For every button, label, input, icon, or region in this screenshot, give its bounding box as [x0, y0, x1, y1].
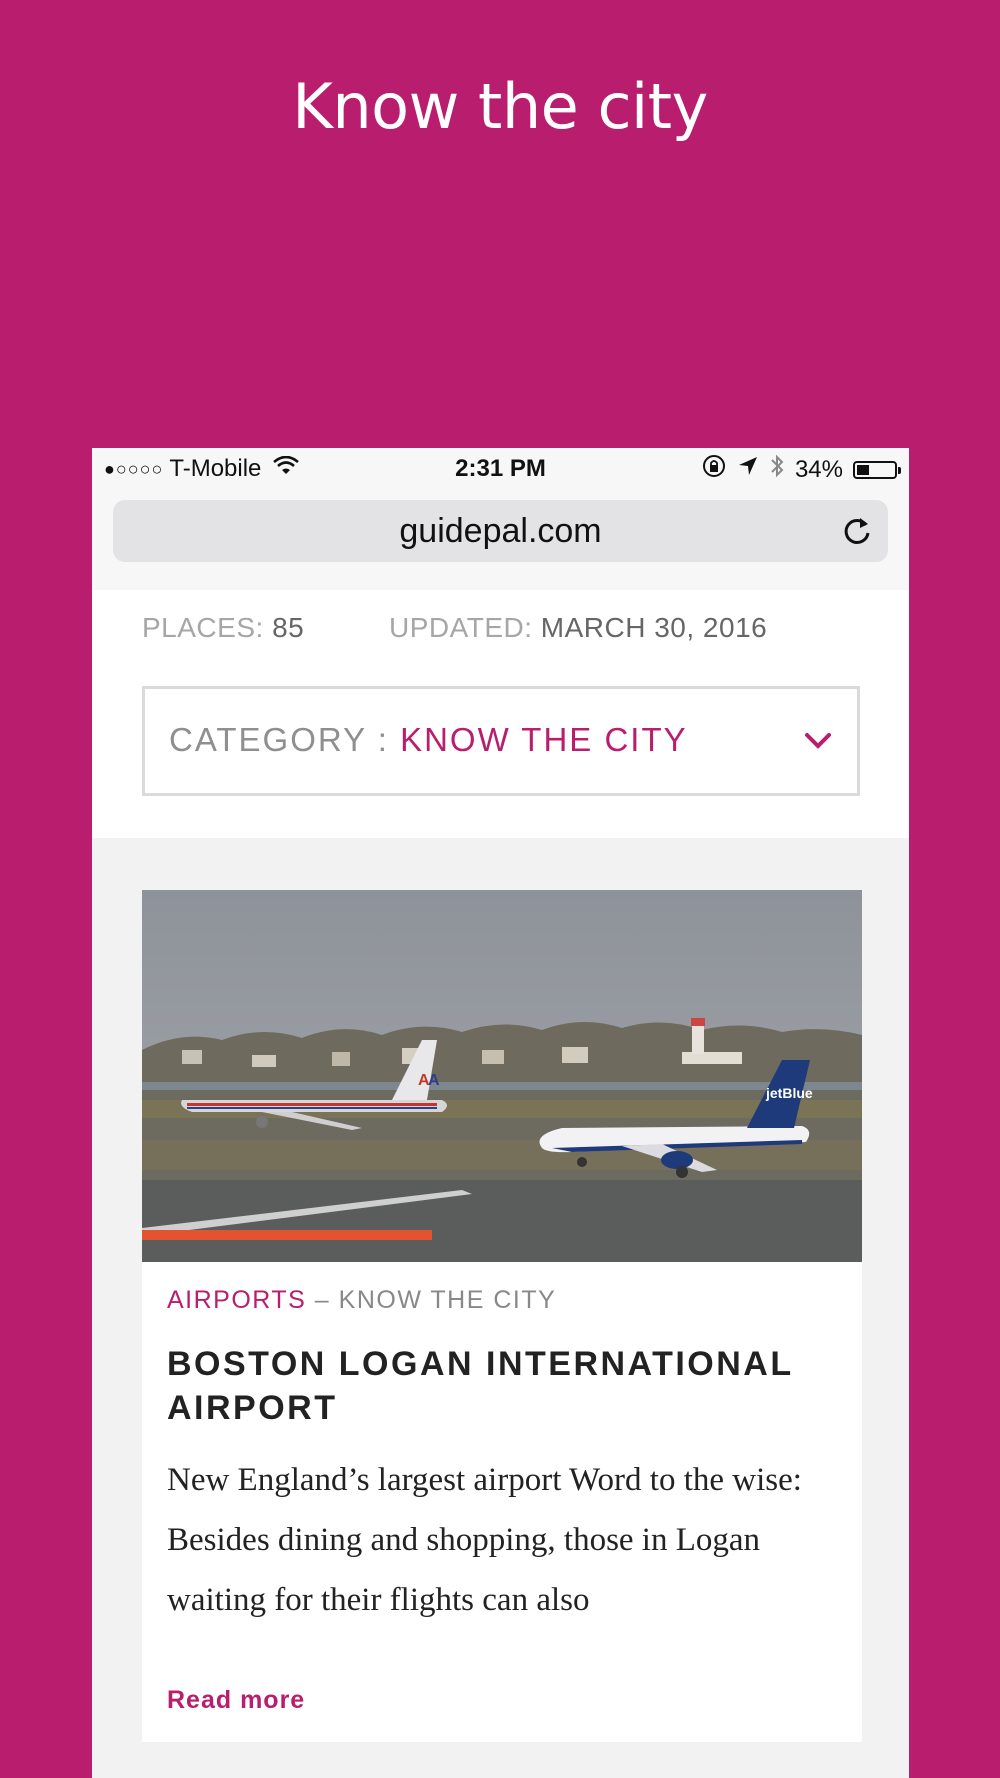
updated-date: UPDATED: MARCH 30, 2016 [389, 612, 767, 644]
orientation-lock-icon [701, 453, 727, 486]
location-arrow-icon [737, 455, 759, 484]
promo-title: Know the city [292, 70, 708, 143]
place-card[interactable]: A A jetBlue AIRPORTS – KNOW THE CITY BOS… [142, 890, 862, 1742]
tag-separator: – [306, 1286, 339, 1314]
places-count: PLACES: 85 [142, 612, 304, 644]
tag-parent[interactable]: KNOW THE CITY [339, 1286, 557, 1314]
svg-text:A: A [428, 1072, 440, 1089]
category-value: KNOW THE CITY [400, 721, 688, 758]
reload-icon[interactable] [840, 514, 874, 548]
address-bar[interactable]: guidepal.com [113, 500, 888, 562]
status-right: 34% [701, 453, 901, 486]
read-more-link[interactable]: Read more [167, 1686, 305, 1715]
card-title[interactable]: BOSTON LOGAN INTERNATIONAL AIRPORT [167, 1342, 847, 1430]
category-label: CATEGORY : KNOW THE CITY [169, 721, 688, 759]
tag-category[interactable]: AIRPORTS [167, 1286, 306, 1314]
guide-info: PLACES: 85 UPDATED: MARCH 30, 2016 CATEG… [92, 590, 909, 838]
chevron-down-icon [803, 731, 833, 751]
status-bar: ●○○○○ T-Mobile 2:31 PM 34% [92, 448, 909, 490]
card-description: New England’s largest airport Word to th… [167, 1462, 802, 1618]
card-tags: AIRPORTS – KNOW THE CITY [167, 1286, 556, 1315]
updated-label: UPDATED: [389, 612, 533, 643]
places-label: PLACES: [142, 612, 264, 643]
phone-screenshot: ●○○○○ T-Mobile 2:31 PM 34% guidepal.com … [92, 448, 909, 1778]
battery-icon [853, 460, 901, 479]
updated-value: MARCH 30, 2016 [540, 612, 768, 643]
bluetooth-icon [769, 453, 785, 486]
category-dropdown[interactable]: CATEGORY : KNOW THE CITY [142, 686, 860, 796]
url-text: guidepal.com [399, 512, 602, 550]
battery-percentage: 34% [794, 455, 843, 483]
airport-photo[interactable]: A A jetBlue [142, 890, 862, 1262]
svg-text:jetBlue: jetBlue [765, 1085, 813, 1101]
battery-level-fill [857, 464, 870, 475]
category-prefix: CATEGORY : [169, 721, 389, 758]
places-value: 85 [272, 612, 305, 643]
